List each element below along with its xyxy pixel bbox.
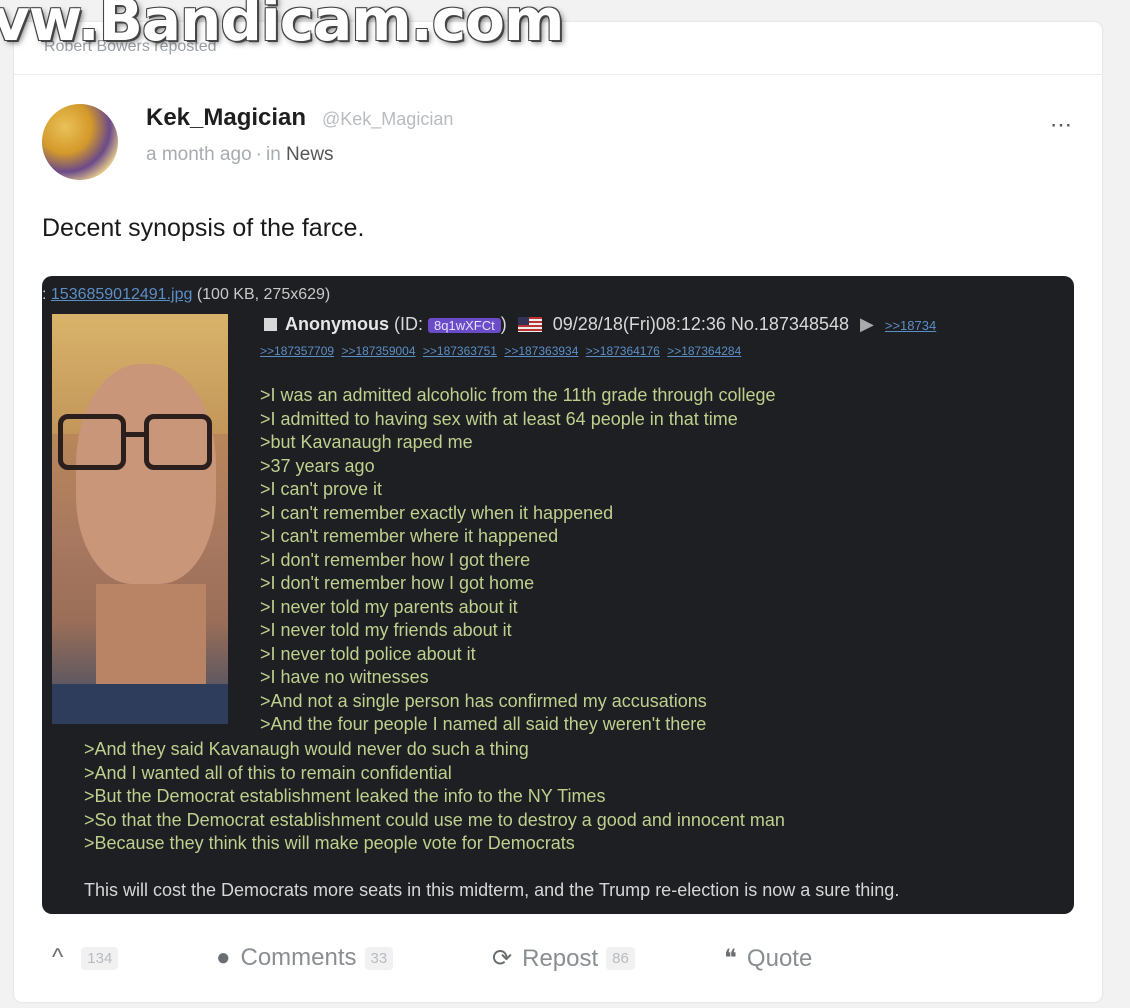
- repost-count: 86: [606, 947, 635, 970]
- greentext-line: >I admitted to having sex with at least …: [260, 408, 738, 429]
- repost-button[interactable]: ⟳ Repost 86: [492, 944, 635, 973]
- comments-count: 33: [364, 946, 394, 970]
- reply-link[interactable]: >>187364176: [586, 344, 660, 358]
- greentext-line: >I can't remember exactly when it happen…: [260, 502, 614, 523]
- poster-id-badge: 8q1wXFCt: [428, 318, 501, 333]
- photo-thumbnail: [52, 314, 228, 724]
- greentext-line: >I never told my friends about it: [260, 620, 512, 640]
- greentext-line: >I never told my parents about it: [260, 596, 518, 617]
- repost-label: Repost: [522, 944, 599, 972]
- avatar[interactable]: [42, 104, 118, 180]
- upvote-count: 134: [81, 946, 119, 970]
- post-time[interactable]: a month ago: [146, 144, 252, 165]
- glasses-bridge: [124, 432, 146, 437]
- greentext-line: >but Kavanaugh raped me: [260, 432, 473, 452]
- upvote-button[interactable]: ^ 134: [52, 944, 119, 972]
- greentext-line: >And not a single person has confirmed m…: [260, 690, 707, 711]
- greentext-line: >And they said Kavanaugh would never do …: [84, 739, 529, 759]
- embedded-image[interactable]: : 1536859012491.jpg (100 KB, 275x629) An…: [42, 276, 1074, 914]
- id-label-open: (ID:: [394, 314, 424, 334]
- glasses-right: [144, 414, 212, 470]
- author-name[interactable]: Kek_Magician: [146, 104, 306, 132]
- greentext-block-right: >I was an admitted alcoholic from the 11…: [260, 384, 775, 737]
- quote-button[interactable]: ❝ Quote: [724, 944, 812, 973]
- greentext-line: >And I wanted all of this to remain conf…: [84, 762, 452, 783]
- reply-link[interactable]: >>187364284: [667, 344, 741, 358]
- more-options-icon[interactable]: ⋯: [1050, 112, 1073, 138]
- post-text: Decent synopsis of the farce.: [42, 214, 365, 242]
- reply-link[interactable]: >>187359004: [341, 344, 415, 358]
- reply-link[interactable]: >>187363751: [423, 344, 497, 358]
- greentext-line: >I can't remember where it happened: [260, 526, 559, 546]
- meta-separator: ·: [255, 144, 262, 165]
- greentext-line: >37 years ago: [260, 455, 375, 476]
- file-info-line: : 1536859012491.jpg (100 KB, 275x629): [42, 286, 330, 304]
- post-meta: a month ago · in News: [146, 144, 334, 166]
- repost-icon: ⟳: [492, 945, 513, 972]
- caret-up-icon: ^: [52, 944, 64, 971]
- greentext-line: >I was an admitted alcoholic from the 11…: [260, 385, 776, 405]
- us-flag-icon: [517, 317, 542, 332]
- photo-neck: [96, 584, 206, 694]
- in-label: in: [265, 144, 281, 165]
- photo-face: [76, 364, 216, 584]
- triangle-right-icon[interactable]: ▶: [860, 314, 874, 334]
- poster-name: Anonymous: [285, 314, 390, 334]
- comments-button[interactable]: ● Comments 33: [216, 944, 394, 972]
- thread-post-header: Anonymous (ID: 8q1wXFCt) 09/28/18(Fri)08…: [264, 314, 936, 335]
- greentext-block-left: >And they said Kavanaugh would never do …: [84, 738, 785, 856]
- comment-bubble-icon: ●: [216, 944, 231, 971]
- quote-label: Quote: [746, 944, 813, 972]
- greentext-line: >I don't remember how I got there: [260, 549, 531, 570]
- channel-link[interactable]: News: [286, 144, 334, 165]
- greentext-line: >But the Democrat establishment leaked t…: [84, 786, 606, 806]
- reply-link[interactable]: >>187357709: [260, 344, 334, 358]
- greentext-line: >I don't remember how I got home: [260, 573, 535, 593]
- greentext-line: >So that the Democrat establishment coul…: [84, 809, 785, 830]
- author-handle[interactable]: @Kek_Magician: [322, 109, 453, 130]
- post-checkbox[interactable]: [264, 318, 277, 331]
- quote-icon: ❝: [724, 945, 737, 972]
- comments-label: Comments: [240, 944, 357, 971]
- greentext-line: >I never told police about it: [260, 643, 476, 664]
- post-datetime: 09/28/18(Fri)08:12:36 No.187348548: [552, 314, 849, 334]
- file-prefix: :: [42, 286, 51, 303]
- header-reply-link[interactable]: >>18734: [885, 318, 936, 333]
- file-link[interactable]: 1536859012491.jpg: [51, 286, 192, 303]
- divider: [14, 74, 1102, 75]
- greentext-line: >Because they think this will make peopl…: [84, 833, 575, 853]
- closing-line: This will cost the Democrats more seats …: [84, 880, 900, 900]
- reply-link[interactable]: >>187363934: [504, 344, 578, 358]
- greentext-line: >I have no witnesses: [260, 667, 429, 687]
- bandicam-watermark: vw.Bandicam.com: [0, 0, 564, 54]
- reply-links: >>187357709 >>187359004 >>187363751 >>18…: [260, 344, 745, 358]
- file-info: (100 KB, 275x629): [196, 286, 331, 303]
- greentext-line: >And the four people I named all said th…: [260, 714, 707, 734]
- glasses-left: [58, 414, 126, 470]
- id-label-close: ): [500, 314, 507, 334]
- greentext-line: >I can't prove it: [260, 479, 383, 499]
- photo-jacket: [52, 684, 228, 724]
